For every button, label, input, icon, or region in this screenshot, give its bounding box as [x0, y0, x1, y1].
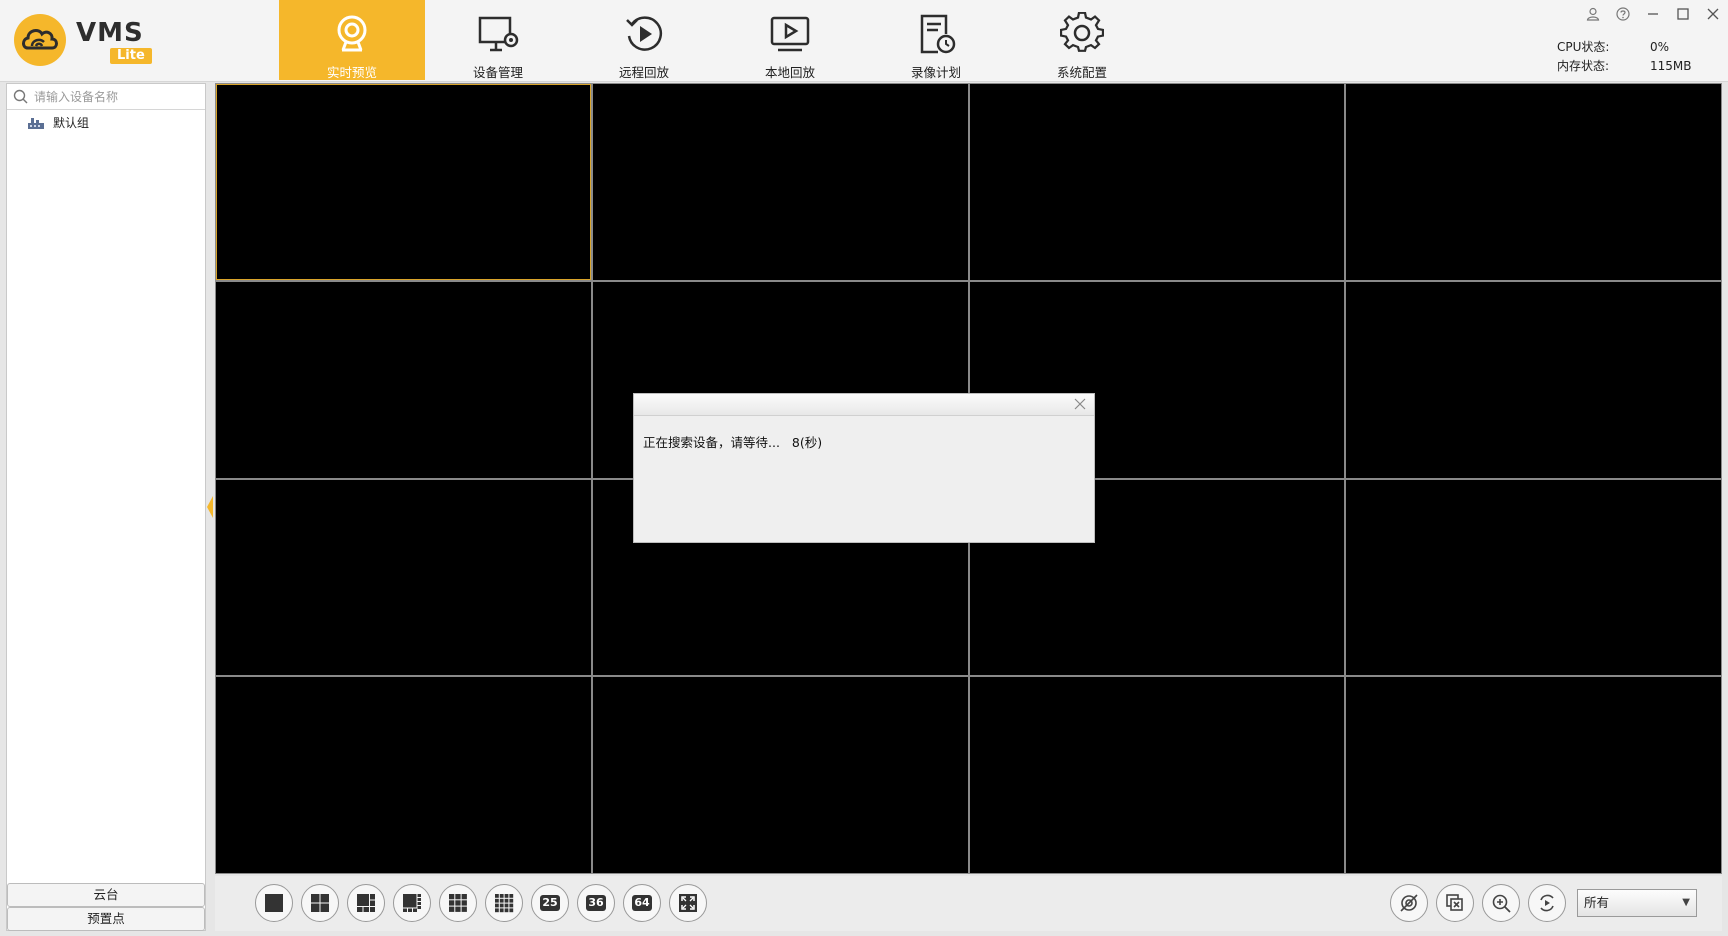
video-cell[interactable] [1346, 84, 1721, 280]
layout-16-button[interactable] [485, 884, 523, 922]
layout-4-icon [311, 894, 329, 912]
cycle-play-button[interactable] [1528, 884, 1566, 922]
nav-label: 远程回放 [618, 65, 669, 80]
app-logo: VMS Lite [14, 14, 164, 70]
maximize-icon[interactable] [1668, 2, 1698, 26]
preset-button[interactable]: 预置点 [7, 907, 205, 931]
play-screen-icon [770, 16, 810, 52]
device-group-icon [28, 117, 44, 129]
camera-icon [337, 15, 367, 52]
main-nav: 实时预览 设备管理 远程回放 本地回放 录像计划 系统配置 [279, 0, 1155, 82]
stream-type-select[interactable]: 所有 ▼ [1577, 889, 1697, 917]
video-cell[interactable] [592, 677, 968, 873]
layout-64-button[interactable]: 64 [623, 884, 661, 922]
layout-1x1-button[interactable] [255, 884, 293, 922]
fullscreen-icon [679, 894, 697, 912]
layout-6-button[interactable] [347, 884, 385, 922]
memory-status-value: 115MB [1650, 59, 1692, 73]
nav-label: 实时预览 [326, 65, 377, 80]
video-cell[interactable] [969, 84, 1345, 280]
layout-64-label: 64 [632, 895, 652, 911]
close-windows-icon [1446, 894, 1463, 911]
chevron-down-icon: ▼ [1682, 897, 1690, 908]
layout-8-button[interactable] [393, 884, 431, 922]
cpu-status-value: 0% [1650, 40, 1670, 54]
close-all-windows-button[interactable] [1436, 884, 1474, 922]
cycle-play-icon [1540, 894, 1554, 912]
memory-status-label: 内存状态: [1557, 59, 1610, 73]
user-icon[interactable] [1578, 2, 1608, 26]
monitor-gear-icon [478, 16, 519, 52]
video-cell[interactable] [1346, 479, 1721, 676]
layout-6-icon [357, 894, 375, 912]
stream-type-value: 所有 [1584, 895, 1610, 910]
dialog-title-bar [634, 394, 1094, 416]
video-cell[interactable] [216, 479, 591, 676]
layout-25-label: 25 [540, 895, 560, 911]
layout-2x2-button[interactable] [301, 884, 339, 922]
dialog-message-text: 正在搜索设备，请等待... [643, 435, 780, 450]
dialog-message: 正在搜索设备，请等待... 8(秒) [643, 432, 830, 451]
cloud-logo-icon [14, 14, 66, 66]
layout-9-icon [449, 894, 467, 912]
nav-label: 系统配置 [1056, 65, 1107, 80]
dialog-countdown: 8(秒) [791, 435, 823, 450]
zoom-button[interactable] [1482, 884, 1520, 922]
system-status: CPU状态: 0% 内存状态: 115MB [1557, 38, 1692, 76]
tree-item-label: 默认组 [53, 116, 90, 130]
video-cell[interactable] [969, 677, 1345, 873]
tree-item-default-group[interactable]: 默认组 [27, 114, 89, 131]
nav-live-preview[interactable]: 实时预览 [279, 0, 425, 80]
gear-icon [1060, 12, 1104, 52]
search-progress-dialog: 正在搜索设备，请等待... 8(秒) [633, 393, 1095, 543]
layout-25-button[interactable]: 25 [531, 884, 569, 922]
logo-subtitle: Lite [110, 48, 152, 64]
help-icon[interactable] [1608, 2, 1638, 26]
nav-record-schedule[interactable]: 录像计划 [863, 0, 1009, 80]
video-cell[interactable] [1346, 677, 1721, 873]
video-cell[interactable] [216, 677, 591, 873]
nav-device-management[interactable]: 设备管理 [425, 0, 571, 80]
close-icon[interactable] [1698, 2, 1728, 26]
nav-remote-playback[interactable]: 远程回放 [571, 0, 717, 80]
video-cell[interactable] [216, 281, 591, 478]
stop-preview-button[interactable] [1390, 884, 1428, 922]
replay-icon [626, 16, 663, 51]
eye-off-icon [1400, 894, 1418, 912]
dialog-close-icon[interactable] [1072, 397, 1088, 413]
bottom-toolbar: 25 36 64 所有 ▼ [215, 876, 1722, 931]
nav-label: 本地回放 [764, 65, 815, 80]
layout-36-button[interactable]: 36 [577, 884, 615, 922]
schedule-icon [920, 14, 956, 54]
top-bar: VMS Lite 实时预览 设备管理 远程回放 本地回放 录像计划 系统配置 C… [0, 0, 1728, 82]
playback-controls [1390, 884, 1574, 922]
window-controls [1578, 2, 1728, 26]
video-cell[interactable] [1346, 281, 1721, 478]
layout-16-icon [495, 894, 514, 913]
video-cell[interactable] [592, 84, 968, 280]
layout-9-button[interactable] [439, 884, 477, 922]
fullscreen-button[interactable] [669, 884, 707, 922]
device-search-input[interactable] [34, 89, 204, 104]
layout-1-icon [265, 894, 283, 912]
layout-8-icon [403, 894, 421, 912]
layout-36-label: 36 [586, 895, 606, 911]
layout-buttons: 25 36 64 [255, 884, 715, 922]
collapse-panel-handle[interactable] [207, 496, 213, 518]
video-cell[interactable] [216, 84, 591, 280]
zoom-in-icon [1492, 894, 1511, 913]
search-icon [13, 89, 28, 103]
cpu-status-label: CPU状态: [1557, 40, 1610, 54]
device-search [7, 84, 205, 110]
minimize-icon[interactable] [1638, 2, 1668, 26]
nav-label: 录像计划 [910, 65, 961, 80]
nav-system-config[interactable]: 系统配置 [1009, 0, 1155, 80]
device-panel: 默认组 云台 预置点 [6, 83, 206, 931]
logo-text: VMS [76, 18, 144, 48]
nav-label: 设备管理 [472, 65, 523, 80]
ptz-button[interactable]: 云台 [7, 883, 205, 907]
nav-local-playback[interactable]: 本地回放 [717, 0, 863, 80]
